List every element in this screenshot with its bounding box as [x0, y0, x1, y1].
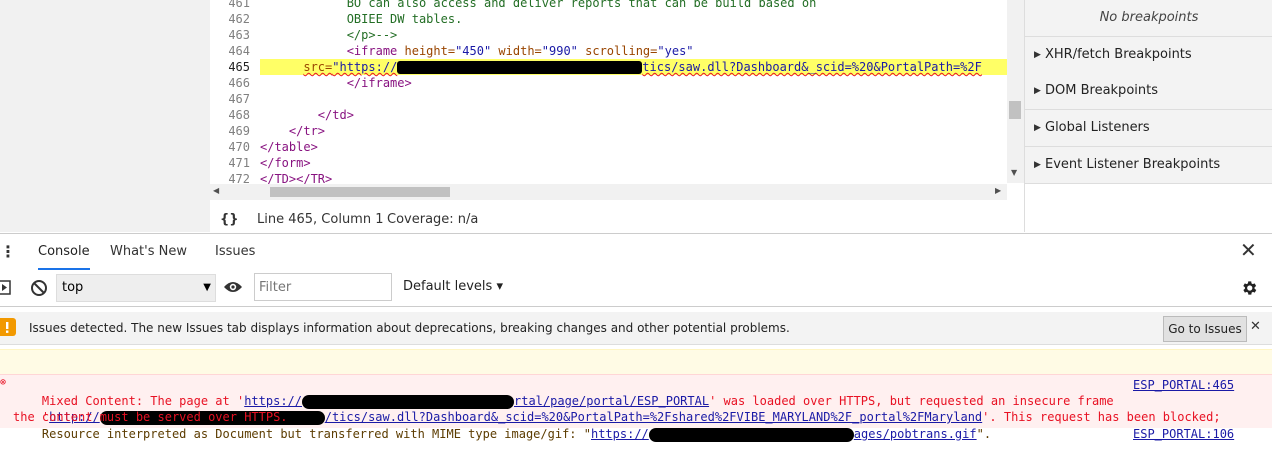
scroll-left-arrow-icon[interactable]: ◀ — [213, 186, 219, 195]
error-line-2: 'http:///tics/saw.dll?Dashboard&_scid=%2… — [41, 410, 1221, 425]
code-editor[interactable]: 461 BO can also access and deliver repor… — [210, 0, 1007, 200]
horizontal-scroll-thumb[interactable] — [270, 187, 450, 197]
expand-arrow-icon: ▶ — [1034, 160, 1041, 170]
redaction-mark — [648, 427, 854, 442]
tab-whats-new[interactable]: What's New — [110, 234, 187, 270]
code-line-highlighted: 465 src="https://tics/saw.dll?Dashboard&… — [210, 59, 1007, 75]
code-line: 463 </p>--> — [228, 28, 398, 42]
editor-horizontal-scrollbar[interactable]: ◀ ▶ — [210, 184, 1007, 200]
cursor-position: Line 465, Column 1 — [257, 212, 384, 227]
vertical-scroll-thumb[interactable] — [1009, 101, 1021, 119]
warning-badge-icon — [0, 318, 16, 336]
log-levels-dropdown[interactable]: Default levels ▾ — [403, 279, 503, 294]
tab-issues[interactable]: Issues — [215, 234, 255, 270]
coverage-status: Coverage: n/a — [387, 212, 479, 227]
console-toolbar: top ▼ Default levels ▾ — [0, 270, 1272, 307]
code-line: 471 </form> — [228, 156, 311, 170]
code-line: 466 </iframe> — [228, 76, 412, 90]
scroll-right-arrow-icon[interactable]: ▶ — [995, 186, 1001, 195]
dropdown-arrow-icon: ▼ — [203, 282, 211, 293]
console-warning-message: ▲ Resource interpreted as Document but t… — [0, 349, 1272, 442]
pane-global-listeners[interactable]: ▶ Global Listeners — [1025, 110, 1272, 147]
drawer-menu-icon[interactable]: ⋮ — [0, 234, 16, 270]
editor-vertical-scrollbar[interactable]: ▼ — [1007, 0, 1024, 183]
navigator-panel — [0, 0, 210, 232]
clear-console-icon[interactable] — [30, 279, 48, 297]
code-line: 468 </td> — [228, 108, 354, 122]
redaction-mark — [397, 61, 643, 74]
error-line-1: Mixed Content: The page at 'https://rtal… — [41, 394, 1114, 409]
console-filter-input[interactable] — [254, 273, 392, 301]
error-circle-icon: ⊗ — [0, 377, 7, 388]
code-line: 467 — [228, 92, 250, 106]
pane-xhr-breakpoints[interactable]: ▶ XHR/fetch Breakpoints — [1025, 37, 1272, 74]
go-to-issues-button[interactable]: Go to Issues — [1163, 316, 1247, 342]
dismiss-issues-icon[interactable]: ✕ — [1250, 319, 1261, 334]
console-error-message: ⊗ Mixed Content: The page at 'https://rt… — [0, 374, 1272, 428]
no-breakpoints-label: No breakpoints — [1025, 0, 1272, 37]
sidebar-toggle-icon[interactable] — [0, 280, 12, 296]
code-line: 461 BO can also access and deliver repor… — [228, 0, 817, 10]
expand-arrow-icon: ▶ — [1034, 123, 1041, 133]
code-line: 464 <iframe height="450" width="990" scr… — [228, 44, 694, 58]
pane-event-listener-breakpoints[interactable]: ▶ Event Listener Breakpoints — [1025, 147, 1272, 184]
tab-console[interactable]: Console — [38, 234, 90, 270]
expand-arrow-icon: ▶ — [1034, 50, 1041, 60]
source-link[interactable]: ESP_PORTAL:465 — [1133, 377, 1234, 393]
drawer-tab-bar: ⋮ Console What's New Issues ✕ — [0, 233, 1272, 271]
editor-status-bar: {} Line 465, Column 1 Coverage: n/a — [210, 208, 1024, 232]
eye-icon[interactable] — [223, 280, 243, 294]
issues-banner: Issues detected. The new Issues tab disp… — [0, 312, 1272, 345]
scroll-down-arrow-icon[interactable]: ▼ — [1011, 168, 1017, 177]
issues-message: Issues detected. The new Issues tab disp… — [29, 321, 790, 335]
pretty-print-icon[interactable]: {} — [220, 208, 239, 232]
code-line: 470 </table> — [228, 140, 318, 154]
code-line: 462 OBIEE DW tables. — [228, 12, 463, 26]
settings-gear-icon[interactable] — [1240, 279, 1258, 297]
code-line: 469 </tr> — [228, 124, 326, 138]
expand-arrow-icon: ▶ — [1034, 86, 1041, 96]
debugger-sidebar: No breakpoints ▶ XHR/fetch Breakpoints ▶ D… — [1024, 0, 1272, 232]
pane-dom-breakpoints[interactable]: ▶ DOM Breakpoints — [1025, 73, 1272, 110]
error-line-3: the content must be served over HTTPS. — [13, 410, 288, 424]
context-selector[interactable]: top ▼ — [56, 274, 216, 302]
close-drawer-icon[interactable]: ✕ — [1240, 238, 1257, 262]
